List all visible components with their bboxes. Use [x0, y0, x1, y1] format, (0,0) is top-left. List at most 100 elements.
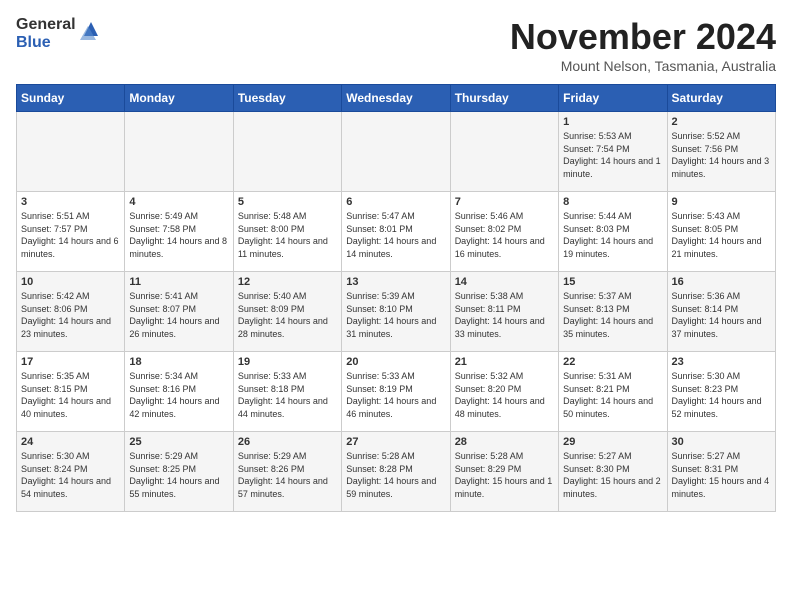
day-number: 1 [563, 116, 662, 128]
calendar-cell: 25 Sunrise: 5:29 AM Sunset: 8:25 PM Dayli… [125, 432, 233, 512]
location-title: Mount Nelson, Tasmania, Australia [510, 58, 776, 74]
calendar-table: SundayMondayTuesdayWednesdayThursdayFrid… [16, 84, 776, 512]
day-info: Sunrise: 5:52 AM Sunset: 7:56 PM Dayligh… [672, 130, 771, 180]
calendar-cell: 13 Sunrise: 5:39 AM Sunset: 8:10 PM Dayli… [342, 272, 450, 352]
header: General Blue November 2024 Mount Nelson,… [16, 16, 776, 74]
logo-blue: Blue [16, 34, 76, 52]
day-info: Sunrise: 5:27 AM Sunset: 8:31 PM Dayligh… [672, 450, 771, 500]
day-info: Sunrise: 5:53 AM Sunset: 7:54 PM Dayligh… [563, 130, 662, 180]
calendar-cell: 4 Sunrise: 5:49 AM Sunset: 7:58 PM Daylig… [125, 192, 233, 272]
calendar-cell: 16 Sunrise: 5:36 AM Sunset: 8:14 PM Dayli… [667, 272, 775, 352]
day-info: Sunrise: 5:41 AM Sunset: 8:07 PM Dayligh… [129, 290, 228, 340]
day-info: Sunrise: 5:28 AM Sunset: 8:28 PM Dayligh… [346, 450, 445, 500]
day-number: 3 [21, 196, 120, 208]
calendar-cell: 18 Sunrise: 5:34 AM Sunset: 8:16 PM Dayli… [125, 352, 233, 432]
logo-icon [80, 18, 102, 45]
day-info: Sunrise: 5:35 AM Sunset: 8:15 PM Dayligh… [21, 370, 120, 420]
day-info: Sunrise: 5:49 AM Sunset: 7:58 PM Dayligh… [129, 210, 228, 260]
day-info: Sunrise: 5:30 AM Sunset: 8:23 PM Dayligh… [672, 370, 771, 420]
calendar-cell: 8Sunrise: 5:44 AM Sunset: 8:03 PM Daylig… [559, 192, 667, 272]
day-number: 2 [672, 116, 771, 128]
calendar-cell: 14 Sunrise: 5:38 AM Sunset: 8:11 PM Dayli… [450, 272, 558, 352]
calendar-cell: 7 Sunrise: 5:46 AM Sunset: 8:02 PM Daylig… [450, 192, 558, 272]
day-number: 4 [129, 196, 228, 208]
calendar-cell: 11Sunrise: 5:41 AM Sunset: 8:07 PM Dayli… [125, 272, 233, 352]
calendar-cell [17, 112, 125, 192]
calendar-cell: 17 Sunrise: 5:35 AM Sunset: 8:15 PM Dayli… [17, 352, 125, 432]
calendar-cell: 26 Sunrise: 5:29 AM Sunset: 8:26 PM Dayli… [233, 432, 341, 512]
weekday-header-friday: Friday [559, 85, 667, 112]
day-info: Sunrise: 5:29 AM Sunset: 8:25 PM Dayligh… [129, 450, 228, 500]
calendar-cell [233, 112, 341, 192]
calendar-cell [125, 112, 233, 192]
calendar-cell: 24 Sunrise: 5:30 AM Sunset: 8:24 PM Dayli… [17, 432, 125, 512]
day-number: 10 [21, 276, 120, 288]
day-number: 14 [455, 276, 554, 288]
day-number: 29 [563, 436, 662, 448]
day-info: Sunrise: 5:32 AM Sunset: 8:20 PM Dayligh… [455, 370, 554, 420]
calendar-cell [450, 112, 558, 192]
calendar-cell: 21 Sunrise: 5:32 AM Sunset: 8:20 PM Dayli… [450, 352, 558, 432]
weekday-header-wednesday: Wednesday [342, 85, 450, 112]
calendar-cell: 22Sunrise: 5:31 AM Sunset: 8:21 PM Dayli… [559, 352, 667, 432]
day-number: 12 [238, 276, 337, 288]
day-info: Sunrise: 5:28 AM Sunset: 8:29 PM Dayligh… [455, 450, 554, 500]
day-number: 23 [672, 356, 771, 368]
day-number: 20 [346, 356, 445, 368]
calendar-cell: 28Sunrise: 5:28 AM Sunset: 8:29 PM Dayli… [450, 432, 558, 512]
calendar-cell: 1 Sunrise: 5:53 AM Sunset: 7:54 PM Daylig… [559, 112, 667, 192]
day-number: 30 [672, 436, 771, 448]
day-number: 5 [238, 196, 337, 208]
calendar-cell: 29 Sunrise: 5:27 AM Sunset: 8:30 PM Dayli… [559, 432, 667, 512]
calendar-cell: 27 Sunrise: 5:28 AM Sunset: 8:28 PM Dayli… [342, 432, 450, 512]
calendar-cell: 2 Sunrise: 5:52 AM Sunset: 7:56 PM Daylig… [667, 112, 775, 192]
day-info: Sunrise: 5:39 AM Sunset: 8:10 PM Dayligh… [346, 290, 445, 340]
day-number: 6 [346, 196, 445, 208]
day-info: Sunrise: 5:51 AM Sunset: 7:57 PM Dayligh… [21, 210, 120, 260]
day-number: 25 [129, 436, 228, 448]
day-info: Sunrise: 5:34 AM Sunset: 8:16 PM Dayligh… [129, 370, 228, 420]
day-number: 22 [563, 356, 662, 368]
day-info: Sunrise: 5:37 AM Sunset: 8:13 PM Dayligh… [563, 290, 662, 340]
logo: General Blue [16, 16, 102, 51]
calendar-cell: 12 Sunrise: 5:40 AM Sunset: 8:09 PM Dayli… [233, 272, 341, 352]
day-number: 24 [21, 436, 120, 448]
calendar-cell: 9 Sunrise: 5:43 AM Sunset: 8:05 PM Daylig… [667, 192, 775, 272]
day-number: 16 [672, 276, 771, 288]
day-number: 19 [238, 356, 337, 368]
day-info: Sunrise: 5:30 AM Sunset: 8:24 PM Dayligh… [21, 450, 120, 500]
day-number: 27 [346, 436, 445, 448]
calendar-cell: 15 Sunrise: 5:37 AM Sunset: 8:13 PM Dayli… [559, 272, 667, 352]
day-number: 26 [238, 436, 337, 448]
day-info: Sunrise: 5:29 AM Sunset: 8:26 PM Dayligh… [238, 450, 337, 500]
day-number: 7 [455, 196, 554, 208]
day-info: Sunrise: 5:42 AM Sunset: 8:06 PM Dayligh… [21, 290, 120, 340]
calendar-cell: 20Sunrise: 5:33 AM Sunset: 8:19 PM Dayli… [342, 352, 450, 432]
day-number: 13 [346, 276, 445, 288]
logo-general: General [16, 16, 76, 34]
day-info: Sunrise: 5:36 AM Sunset: 8:14 PM Dayligh… [672, 290, 771, 340]
day-number: 15 [563, 276, 662, 288]
calendar-cell: 30 Sunrise: 5:27 AM Sunset: 8:31 PM Dayli… [667, 432, 775, 512]
calendar-cell: 23 Sunrise: 5:30 AM Sunset: 8:23 PM Dayli… [667, 352, 775, 432]
day-info: Sunrise: 5:40 AM Sunset: 8:09 PM Dayligh… [238, 290, 337, 340]
day-info: Sunrise: 5:43 AM Sunset: 8:05 PM Dayligh… [672, 210, 771, 260]
day-info: Sunrise: 5:47 AM Sunset: 8:01 PM Dayligh… [346, 210, 445, 260]
calendar-cell: 19 Sunrise: 5:33 AM Sunset: 8:18 PM Dayli… [233, 352, 341, 432]
weekday-header-sunday: Sunday [17, 85, 125, 112]
day-info: Sunrise: 5:48 AM Sunset: 8:00 PM Dayligh… [238, 210, 337, 260]
weekday-header-saturday: Saturday [667, 85, 775, 112]
day-info: Sunrise: 5:27 AM Sunset: 8:30 PM Dayligh… [563, 450, 662, 500]
title-area: November 2024 Mount Nelson, Tasmania, Au… [510, 16, 776, 74]
calendar-cell [342, 112, 450, 192]
day-number: 17 [21, 356, 120, 368]
day-info: Sunrise: 5:38 AM Sunset: 8:11 PM Dayligh… [455, 290, 554, 340]
day-info: Sunrise: 5:46 AM Sunset: 8:02 PM Dayligh… [455, 210, 554, 260]
day-number: 21 [455, 356, 554, 368]
day-number: 18 [129, 356, 228, 368]
month-title: November 2024 [510, 16, 776, 58]
day-number: 9 [672, 196, 771, 208]
day-info: Sunrise: 5:33 AM Sunset: 8:18 PM Dayligh… [238, 370, 337, 420]
calendar-cell: 6 Sunrise: 5:47 AM Sunset: 8:01 PM Daylig… [342, 192, 450, 272]
calendar-cell: 5 Sunrise: 5:48 AM Sunset: 8:00 PM Daylig… [233, 192, 341, 272]
